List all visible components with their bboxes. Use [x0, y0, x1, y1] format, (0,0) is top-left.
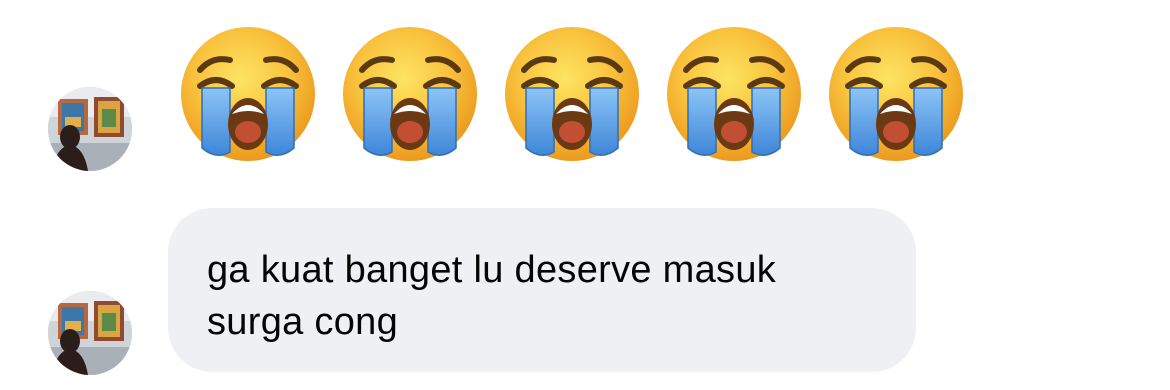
- loudly-crying-face-emoji: [340, 24, 480, 164]
- loudly-crying-face-emoji: [178, 24, 318, 164]
- message-text: ga kuat banget lu deserve masuk surga co…: [207, 249, 777, 343]
- avatar[interactable]: [48, 87, 132, 171]
- emoji-message[interactable]: [178, 24, 978, 164]
- loudly-crying-face-emoji: [502, 24, 642, 164]
- message-bubble[interactable]: ga kuat banget lu deserve masuk surga co…: [168, 208, 916, 372]
- avatar-photo: [48, 87, 132, 171]
- avatar[interactable]: [48, 291, 132, 375]
- loudly-crying-face-emoji: [664, 24, 804, 164]
- loudly-crying-face-emoji: [826, 24, 966, 164]
- avatar-photo: [48, 291, 132, 375]
